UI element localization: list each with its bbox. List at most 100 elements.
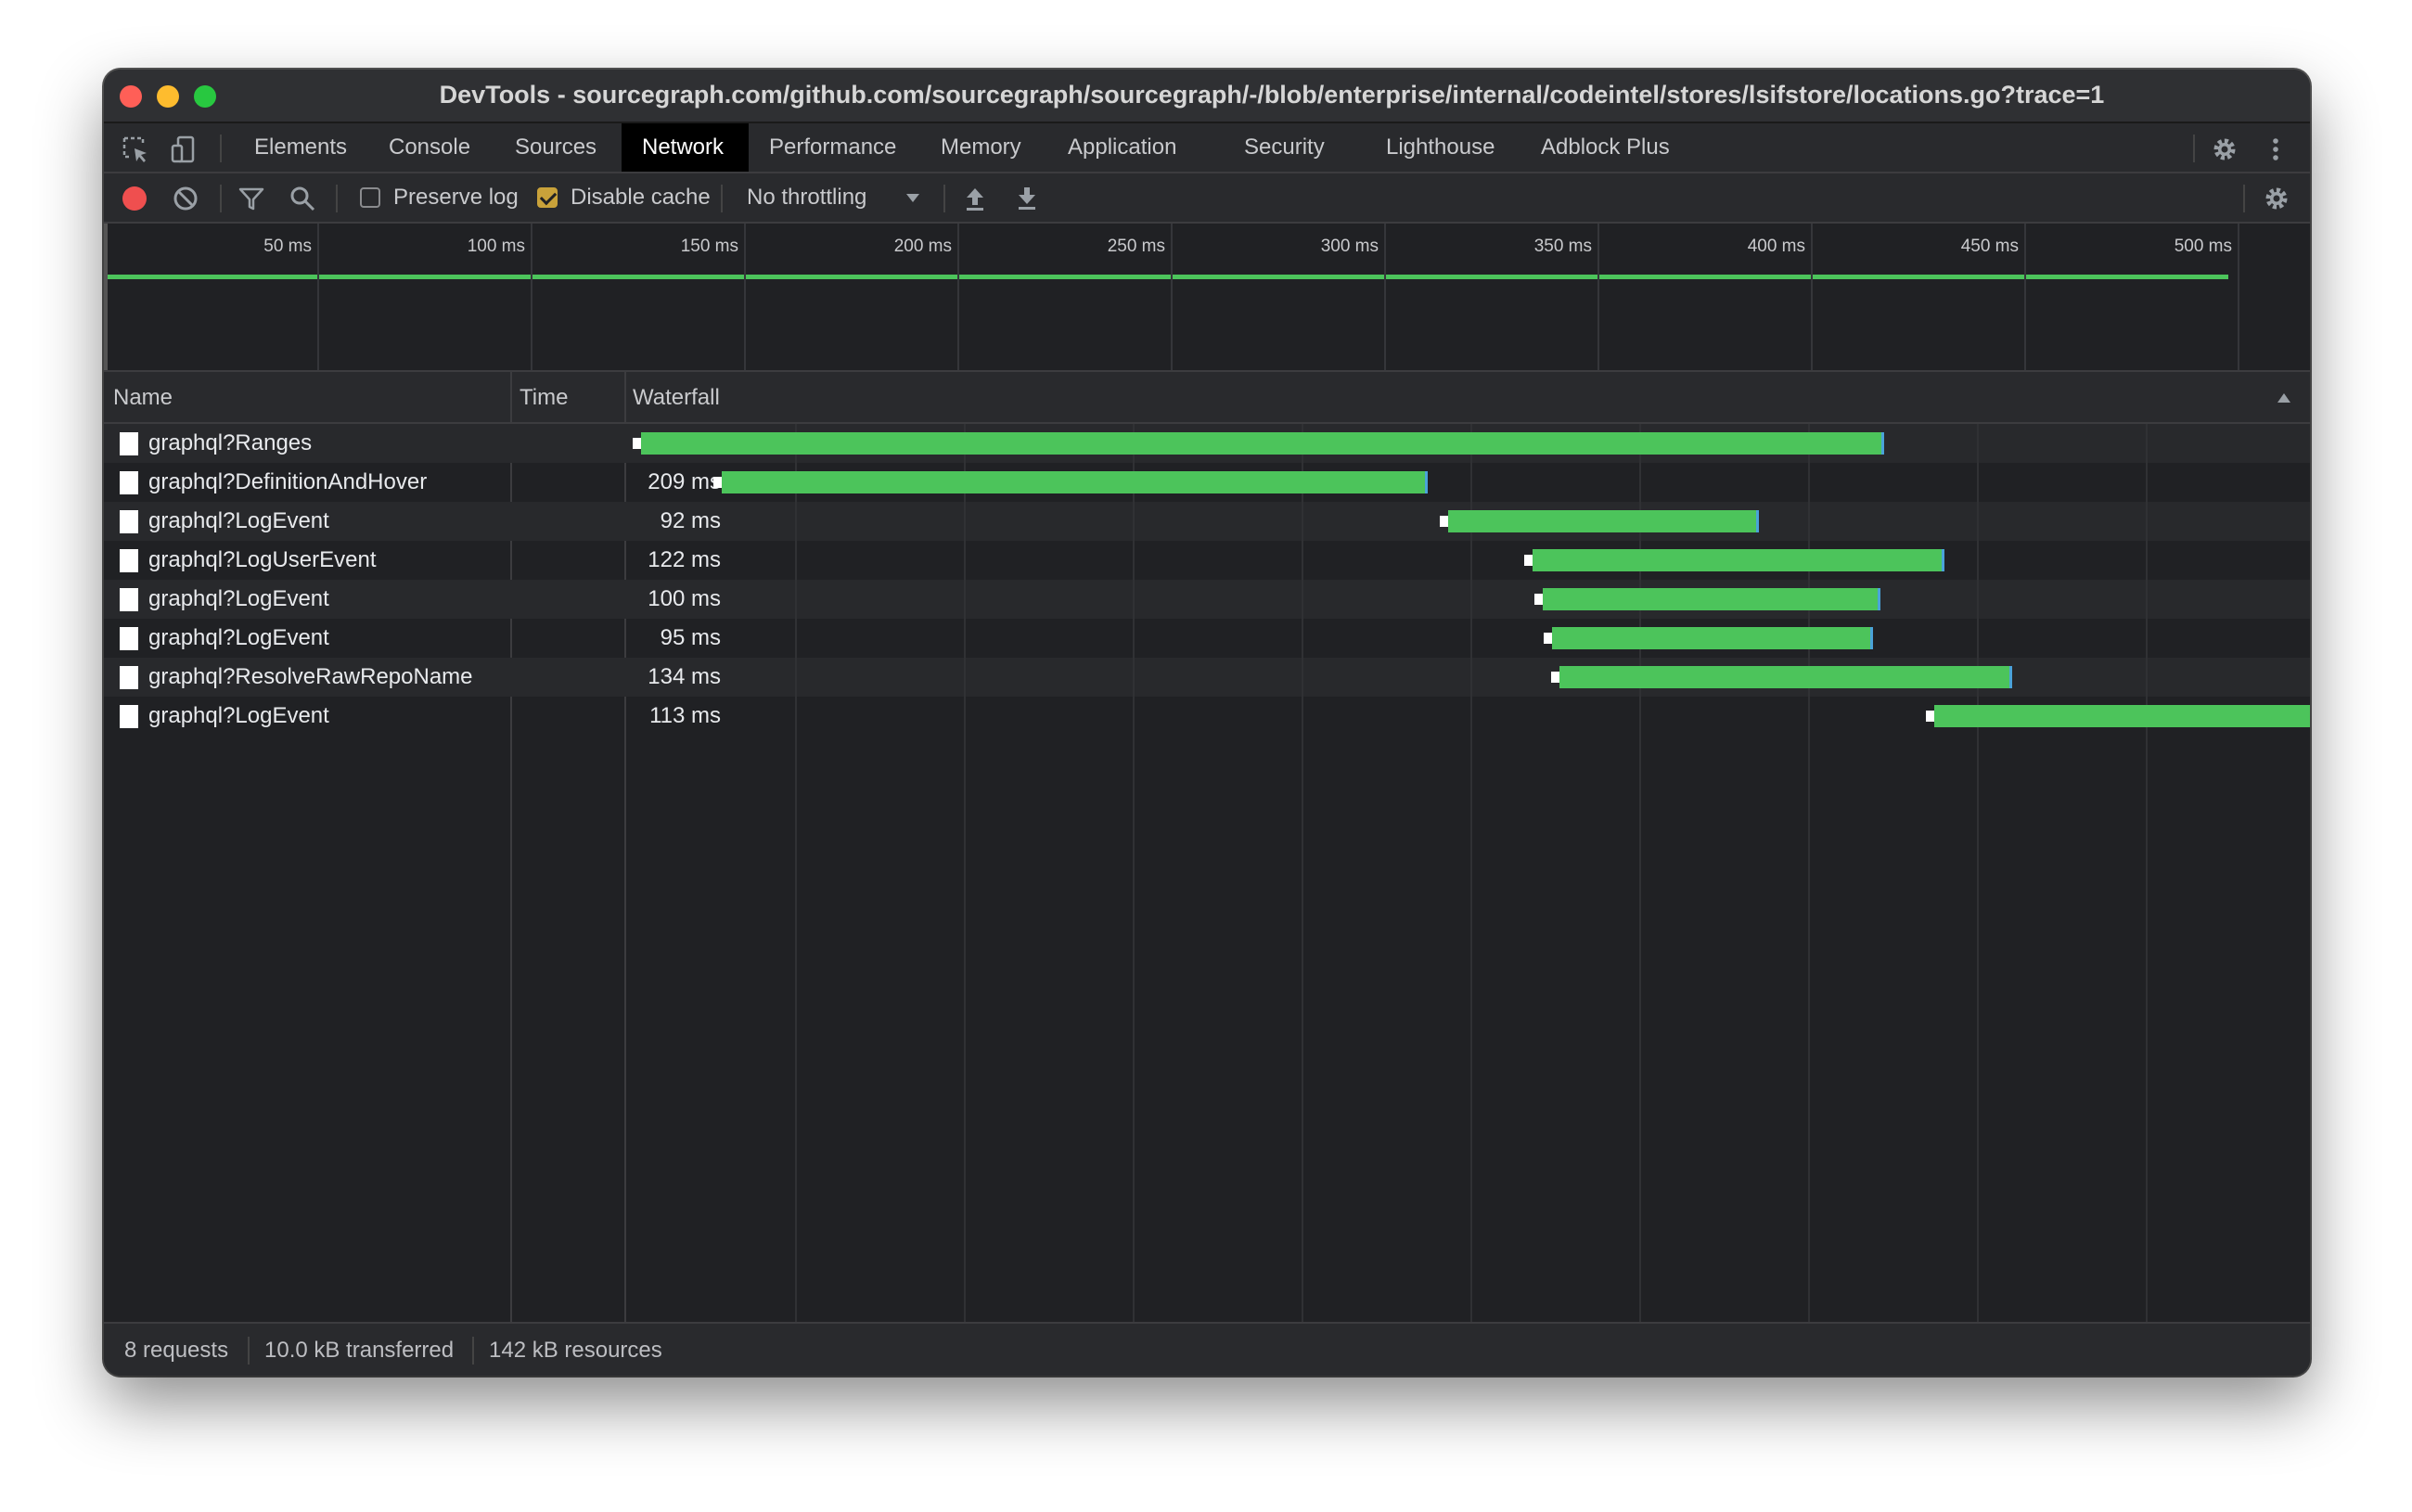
status-bar: 8 requests 10.0 kB transferred 142 kB re… xyxy=(104,1322,2310,1376)
document-icon xyxy=(120,588,138,611)
tab-security[interactable]: Security xyxy=(1224,123,1345,172)
sort-ascending-icon[interactable] xyxy=(2275,389,2293,407)
disable-cache-label: Disable cache xyxy=(571,185,711,210)
waterfall-bar[interactable] xyxy=(1448,510,1759,532)
network-overview-timeline[interactable]: 50 ms 100 ms 150 ms 200 ms 250 ms 300 ms 350 m… xyxy=(104,224,2310,372)
filter-icon[interactable] xyxy=(237,184,266,213)
overview-tick-label: 400 ms xyxy=(1747,237,1805,256)
throttling-select[interactable]: No throttling xyxy=(747,185,866,211)
device-toolbar-icon[interactable] xyxy=(169,135,199,164)
waterfall-area xyxy=(626,424,2310,1322)
preserve-log-checkbox[interactable] xyxy=(360,187,380,208)
status-separator xyxy=(248,1337,250,1365)
toolbar-separator xyxy=(721,185,723,212)
clear-icon[interactable] xyxy=(171,184,200,213)
waterfall-bar[interactable] xyxy=(1543,588,1880,610)
overview-tick-label: 350 ms xyxy=(1533,237,1592,256)
document-icon xyxy=(120,471,138,494)
zoom-window-button[interactable] xyxy=(194,85,216,108)
request-name[interactable]: graphql?LogEvent xyxy=(148,625,329,651)
overview-tick-label: 300 ms xyxy=(1320,237,1379,256)
waterfall-queue-stub xyxy=(1926,711,1934,722)
upload-icon[interactable] xyxy=(960,184,990,213)
overview-tick-label: 50 ms xyxy=(263,237,312,256)
tab-performance[interactable]: Performance xyxy=(749,123,917,172)
transferred-size: 10.0 kB transferred xyxy=(264,1338,455,1363)
request-name[interactable]: graphql?ResolveRawRepoName xyxy=(148,664,473,690)
settings-gear-icon[interactable] xyxy=(2210,135,2239,164)
waterfall-gridline xyxy=(2146,424,2148,1322)
document-icon xyxy=(120,549,138,572)
minimize-window-button[interactable] xyxy=(157,85,179,108)
waterfall-gridline xyxy=(1302,424,1303,1322)
waterfall-bar[interactable] xyxy=(1559,666,2012,688)
overview-gridline xyxy=(1597,224,1599,370)
request-name[interactable]: graphql?LogEvent xyxy=(148,586,329,612)
document-icon xyxy=(120,432,138,455)
toolbar-separator xyxy=(336,185,338,212)
request-name[interactable]: graphql?LogEvent xyxy=(148,703,329,729)
overview-gridline xyxy=(744,224,746,370)
waterfall-column-header[interactable]: Waterfall xyxy=(633,385,720,411)
network-toolbar: Preserve log Disable cache No throttling xyxy=(104,173,2310,224)
overview-tick-label: 100 ms xyxy=(467,237,525,256)
search-icon[interactable] xyxy=(288,184,317,213)
tab-adblock-plus[interactable]: Adblock Plus xyxy=(1520,123,1690,172)
time-column-header[interactable]: Time xyxy=(520,385,568,411)
overview-tick-label: 150 ms xyxy=(680,237,738,256)
tab-sources[interactable]: Sources xyxy=(494,123,617,172)
status-separator xyxy=(472,1337,474,1365)
document-icon xyxy=(120,705,138,728)
overview-tick-label: 450 ms xyxy=(1960,237,2019,256)
waterfall-bar[interactable] xyxy=(1533,549,1944,571)
request-name[interactable]: graphql?DefinitionAndHover xyxy=(148,469,427,495)
download-icon[interactable] xyxy=(1012,184,1042,213)
waterfall-queue-stub xyxy=(1534,594,1543,605)
window-title: DevTools - sourcegraph.com/github.com/so… xyxy=(439,81,2105,109)
toolbar-right-separator xyxy=(2243,185,2245,212)
network-settings-gear-icon[interactable] xyxy=(2262,184,2291,213)
request-name[interactable]: graphql?LogEvent xyxy=(148,508,329,534)
tabbar-separator xyxy=(220,135,222,162)
tab-network[interactable]: Network xyxy=(622,123,749,172)
waterfall-gridline xyxy=(795,424,797,1322)
waterfall-bar[interactable] xyxy=(641,432,1884,455)
tabbar-right-separator xyxy=(2193,135,2195,162)
overview-gridline xyxy=(317,224,319,370)
waterfall-gridline xyxy=(1133,424,1135,1322)
document-icon xyxy=(120,510,138,533)
disable-cache-checkbox[interactable] xyxy=(537,187,558,208)
waterfall-bar[interactable] xyxy=(1552,627,1873,649)
more-menu-icon[interactable] xyxy=(2261,135,2290,164)
tab-memory[interactable]: Memory xyxy=(920,123,1042,172)
tab-console[interactable]: Console xyxy=(368,123,491,172)
overview-left-edge xyxy=(104,224,108,370)
request-name[interactable]: graphql?Ranges xyxy=(148,430,312,456)
preserve-log-label: Preserve log xyxy=(393,185,519,210)
waterfall-bar[interactable] xyxy=(1934,705,2310,727)
close-window-button[interactable] xyxy=(120,85,142,108)
overview-gridline xyxy=(2238,224,2239,370)
inspect-element-icon[interactable] xyxy=(121,135,150,164)
name-column-header[interactable]: Name xyxy=(113,385,173,411)
tab-elements[interactable]: Elements xyxy=(234,123,367,172)
record-icon[interactable] xyxy=(122,186,147,211)
request-count: 8 requests xyxy=(124,1338,229,1363)
tab-lighthouse[interactable]: Lighthouse xyxy=(1366,123,1515,172)
overview-gridline xyxy=(531,224,532,370)
waterfall-queue-stub xyxy=(1440,516,1448,527)
tab-application[interactable]: Application xyxy=(1047,123,1197,172)
document-icon xyxy=(120,666,138,689)
title-bar: DevTools - sourcegraph.com/github.com/so… xyxy=(104,70,2310,123)
overview-gridline xyxy=(2024,224,2026,370)
waterfall-bar[interactable] xyxy=(722,471,1428,493)
dropdown-arrow-icon[interactable] xyxy=(902,186,924,209)
document-icon xyxy=(120,627,138,650)
request-name[interactable]: graphql?LogUserEvent xyxy=(148,547,377,573)
overview-gridline xyxy=(1384,224,1386,370)
overview-tick-label: 200 ms xyxy=(893,237,952,256)
resources-size: 142 kB resources xyxy=(489,1338,662,1363)
request-table-header: Name Time Waterfall xyxy=(104,372,2310,424)
overview-activity-line xyxy=(108,275,2228,279)
toolbar-separator xyxy=(943,185,945,212)
